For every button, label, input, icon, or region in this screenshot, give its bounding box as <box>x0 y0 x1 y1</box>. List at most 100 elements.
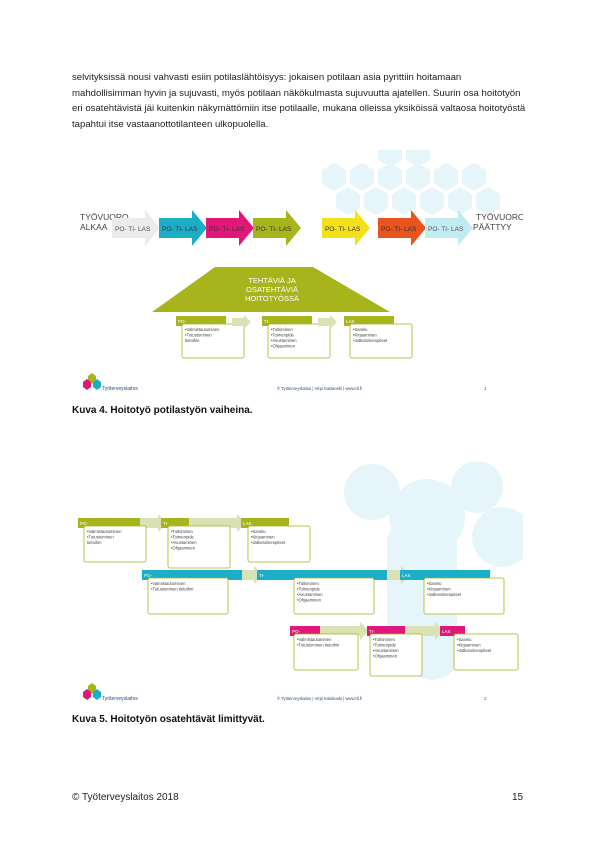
flow-arrow: PO- TI- LAS <box>253 210 301 246</box>
task-box-item: •Avustaminen <box>297 592 323 597</box>
task-row: PO- •Valmistautuminen•Tutustuminen tietoi… <box>78 514 311 569</box>
task-box-item: •Tutkiminen <box>297 581 319 586</box>
logo-text: Työterveyslaitos <box>102 696 138 702</box>
svg-text:ALKAA: ALKAA <box>80 222 108 232</box>
arrow-label: PO- TI- LAS <box>381 226 417 233</box>
task-box-item: •Toimenpide <box>271 333 295 338</box>
ttl-logo-icon <box>83 683 101 700</box>
flow-arrow: PO- TI- LAS <box>425 210 473 246</box>
slide-footer: Työterveyslaitos © Työterveyslaitos | Vi… <box>83 373 487 392</box>
task-box-header-label: LAS <box>402 573 411 578</box>
task-box-item: •Valmistautuminen <box>151 581 186 586</box>
task-box-header-label: LAS <box>442 629 451 634</box>
flow-arrow: PO- TI- LAS <box>378 210 426 246</box>
task-box-header-label: TI- <box>264 319 270 324</box>
trapezoid-text: TEHTÄVIÄ JA OSATEHTÄVIÄ HOITOTYÖSSÄ <box>245 276 299 303</box>
task-box-header-label: PO- <box>178 319 187 324</box>
logo-text: Työterveyslaitos <box>102 386 138 392</box>
end-label: TYÖVUORO PÄÄTTYY <box>473 212 523 232</box>
task-box-header-label: PO- <box>80 521 89 526</box>
task-box-item: •Sanelu <box>457 637 472 642</box>
task-box: PO- •Valmistautuminen•Tutustuminen tietoi… <box>142 570 242 615</box>
task-box-header-label: TI- <box>259 573 265 578</box>
svg-text:TYÖVUORO: TYÖVUORO <box>476 212 523 222</box>
task-box: LAS •Sanelu•Kirjaaminen•Jatkotoimenpiteet <box>344 316 413 359</box>
task-box: PO- •Valmistautuminen•Tutustuminen tietoi… <box>176 315 251 359</box>
task-box: TI-•Tutkiminen•Toimenpide•Avustaminen•Oh… <box>262 315 337 359</box>
figure-1-slide: TYÖVUORO ALKAA TYÖVUORO PÄÄTTYY PO- TI- … <box>72 150 523 400</box>
task-box-item: •Tutustuminen tietoihin <box>151 587 194 592</box>
arrow-label: PO- TI- LAS <box>256 226 292 233</box>
arrow-label: PO- TI- LAS <box>115 226 151 233</box>
task-box-item: •Jatkotoimenpiteet <box>353 338 388 343</box>
slide-footer-text: © Työterveyslaitos | Virpi Kalakoski | w… <box>277 696 362 701</box>
task-box-item: •Avustaminen <box>373 648 399 653</box>
slide-number: 1 <box>484 386 487 391</box>
figure-caption-5: Kuva 5. Hoitotyön osatehtävät limittyvät… <box>72 714 265 725</box>
footer-copyright: © Työterveyslaitos 2018 <box>72 792 179 803</box>
task-box-item: •Toimenpide <box>297 587 321 592</box>
task-boxes: PO- •Valmistautuminen•Tutustuminen tietoi… <box>176 315 413 359</box>
task-box-item: •Kirjaaminen <box>353 333 377 338</box>
task-box-header-label: LAS <box>243 521 252 526</box>
flow-arrow: PO- TI- LAS <box>322 210 370 246</box>
task-box-item: •Tutustuminen <box>185 333 212 338</box>
slide-footer: Työterveyslaitos © Työterveyslaitos | Vi… <box>83 683 487 702</box>
task-box-item: •Toimenpide <box>171 535 195 540</box>
hexagon-background <box>322 150 500 215</box>
flow-arrow: PO- TI- LAS <box>159 210 207 246</box>
task-box-item: •Valmistautuminen <box>185 327 220 332</box>
task-row: PO- •Valmistautuminen•Tutustuminen tietoi… <box>142 566 505 615</box>
task-box-item: •Jatkotoimenpiteet <box>251 540 286 545</box>
task-box-item: •Sanelu <box>427 581 442 586</box>
task-box-item: •Toimenpide <box>373 643 397 648</box>
task-box-item: tietoihin <box>185 338 200 343</box>
svg-text:TEHTÄVIÄ JA: TEHTÄVIÄ JA <box>248 276 296 285</box>
task-box-item: •Kirjaaminen <box>427 587 451 592</box>
body-paragraph: selvityksissä nousi vahvasti esiin potil… <box>72 72 526 130</box>
task-box-item: •Sanelu <box>353 327 368 332</box>
slide-footer-text: © Työterveyslaitos | Virpi Kalakoski | w… <box>277 386 362 391</box>
patient-flow-arrows: PO- TI- LAS PO- TI- LAS PO- TI- LAS PO- TI-… <box>112 210 473 246</box>
task-box-item: •Kirjaaminen <box>457 643 481 648</box>
arrow-label: PO- TI- LAS <box>325 226 361 233</box>
task-box-item: •Sanelu <box>251 529 266 534</box>
slide-number: 2 <box>484 696 487 701</box>
arrow-label: PO- TI- LAS <box>162 226 198 233</box>
task-box-header-label: PO- <box>292 629 301 634</box>
task-box-item: •Avustaminen <box>271 338 297 343</box>
svg-text:HOITOTYÖSSÄ: HOITOTYÖSSÄ <box>245 294 299 303</box>
task-box-item: •Tutkiminen <box>373 637 395 642</box>
svg-text:PÄÄTTYY: PÄÄTTYY <box>473 222 512 232</box>
task-box-item: •Valmistautuminen <box>297 637 332 642</box>
task-box-header-label: PO- <box>144 573 153 578</box>
ttl-logo-icon <box>83 373 101 390</box>
arrow-label: PO- TI- LAS <box>428 226 464 233</box>
task-box: LAS •Sanelu•Kirjaaminen•Jatkotoimenpiteet <box>241 518 311 563</box>
page-number: 15 <box>512 792 524 803</box>
task-box-item: tietoihin <box>87 540 102 545</box>
task-box-header-label: TI- <box>163 521 169 526</box>
task-box-item: •Tutustuminen tietoihin <box>297 643 340 648</box>
task-box-item: •Kirjaaminen <box>251 535 275 540</box>
flow-arrow: PO- TI- LAS <box>206 210 254 246</box>
task-box-item: •Ohjaaminen <box>171 546 196 551</box>
task-box-item: •Ohjaaminen <box>373 654 398 659</box>
task-box-item: •Tutkiminen <box>171 529 193 534</box>
task-box-header-label: LAS <box>346 319 355 324</box>
task-box-item: •Tutustuminen <box>87 535 114 540</box>
figure-2-slide: PO- •Valmistautuminen •Tutustuminen tietoi… <box>72 462 523 702</box>
arrow-label: PO- TI- LAS <box>209 226 245 233</box>
task-box-item: •Tutkiminen <box>271 327 293 332</box>
task-box-item: •Ohjaaminen <box>271 344 296 349</box>
figure-caption-4: Kuva 4. Hoitotyö potilastyön vaiheina. <box>72 405 253 416</box>
task-box: PO- •Valmistautuminen•Tutustuminen tietoi… <box>78 518 147 563</box>
svg-text:OSATEHTÄVIÄ: OSATEHTÄVIÄ <box>246 285 298 294</box>
task-row: PO- •Valmistautuminen•Tutustuminen tietoi… <box>290 622 519 677</box>
task-box-item: •Valmistautuminen <box>87 529 122 534</box>
task-box-item: •Avustaminen <box>171 540 197 545</box>
task-box-item: •Ohjaaminen <box>297 598 322 603</box>
task-box-item: •Jatkotoimenpiteet <box>427 592 462 597</box>
task-box-item: •Jatkotoimenpiteet <box>457 648 492 653</box>
task-box-header-label: TI- <box>369 629 375 634</box>
